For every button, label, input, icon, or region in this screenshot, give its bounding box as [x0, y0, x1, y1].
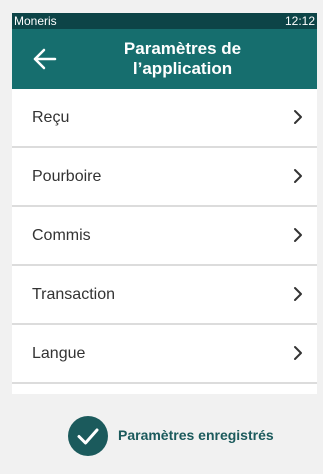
menu-item-label: Transaction: [32, 286, 115, 303]
chevron-right-icon: [294, 110, 302, 124]
arrow-left-icon: [33, 48, 57, 70]
chevron-right-icon: [294, 346, 302, 360]
app-screen: Moneris 12:12 Paramètres de l’applicatio…: [0, 0, 323, 474]
clock-time: 12:12: [284, 14, 315, 28]
menu-item-pourboire[interactable]: Pourboire: [12, 148, 317, 207]
menu-item-langue[interactable]: Langue: [12, 325, 317, 384]
page-title: Paramètres de l’application: [72, 39, 293, 79]
chevron-right-icon: [294, 228, 302, 242]
settings-menu-list: Reçu Pourboire Commis Transaction Langue: [12, 89, 317, 399]
page-title-line-2: l’application: [132, 59, 233, 78]
menu-item-label: Langue: [32, 345, 86, 362]
menu-item-label: Commis: [32, 227, 91, 244]
menu-item-commis[interactable]: Commis: [12, 207, 317, 266]
chevron-right-icon: [294, 169, 302, 183]
menu-item-recu[interactable]: Reçu: [12, 89, 317, 148]
settings-saved-message: Paramètres enregistrés: [118, 427, 274, 443]
carrier-label: Moneris: [14, 14, 57, 28]
menu-item-transaction[interactable]: Transaction: [12, 266, 317, 325]
page-title-line-1: Paramètres de: [123, 39, 242, 58]
save-status-footer: Paramètres enregistrés: [12, 394, 317, 474]
back-button[interactable]: [32, 47, 58, 71]
menu-item-label: Pourboire: [32, 168, 102, 185]
menu-item-label: Reçu: [32, 109, 70, 126]
chevron-right-icon: [294, 287, 302, 301]
app-header: Paramètres de l’application: [12, 29, 317, 89]
check-circle-icon: [68, 416, 108, 456]
status-bar: Moneris 12:12: [12, 13, 317, 29]
